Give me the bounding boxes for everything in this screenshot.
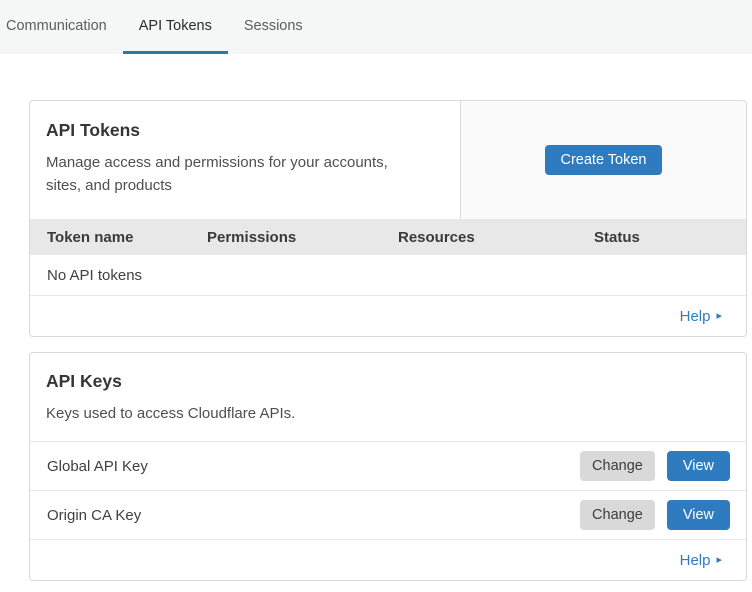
help-link-label: Help [680,308,711,325]
column-header-permissions: Permissions [207,229,398,246]
change-global-api-key-button[interactable]: Change [580,451,655,481]
token-table-empty-row: No API tokens [30,255,746,296]
api-keys-card-header: API Keys Keys used to access Cloudflare … [30,353,746,442]
tab-sessions[interactable]: Sessions [228,0,319,54]
tab-communication[interactable]: Communication [6,0,123,54]
tab-api-tokens[interactable]: API Tokens [123,0,228,54]
api-key-actions: Change View [580,500,730,530]
api-key-row-global: Global API Key Change View [30,442,746,491]
column-header-status: Status [594,229,746,246]
view-origin-ca-key-button[interactable]: View [667,500,730,530]
main-content: API Tokens Manage access and permissions… [0,54,752,581]
api-tokens-card: API Tokens Manage access and permissions… [29,100,747,337]
api-keys-description: Keys used to access Cloudflare APIs. [46,402,418,425]
api-tokens-help-link[interactable]: Help ▸ [680,308,722,325]
api-keys-card: API Keys Keys used to access Cloudflare … [29,352,747,581]
view-global-api-key-button[interactable]: View [667,451,730,481]
help-link-label: Help [680,552,711,569]
api-keys-title: API Keys [46,371,730,392]
api-tokens-card-header: API Tokens Manage access and permissions… [30,101,746,219]
chevron-right-icon: ▸ [716,555,722,566]
api-tokens-title: API Tokens [46,120,444,141]
api-key-actions: Change View [580,451,730,481]
create-token-button[interactable]: Create Token [545,145,663,175]
api-keys-card-footer: Help ▸ [30,540,746,580]
column-header-resources: Resources [398,229,594,246]
api-key-label: Origin CA Key [47,507,141,524]
chevron-right-icon: ▸ [716,311,722,322]
api-tokens-description: Manage access and permissions for your a… [46,151,418,198]
change-origin-ca-key-button[interactable]: Change [580,500,655,530]
column-header-token-name: Token name [47,229,207,246]
api-tokens-card-footer: Help ▸ [30,296,746,336]
api-tokens-card-header-text: API Tokens Manage access and permissions… [30,101,460,219]
tab-bar: Communication API Tokens Sessions [0,0,752,54]
token-table-header: Token name Permissions Resources Status [30,219,746,255]
api-key-row-origin-ca: Origin CA Key Change View [30,491,746,540]
api-keys-help-link[interactable]: Help ▸ [680,552,722,569]
empty-tokens-message: No API tokens [47,267,142,284]
api-key-label: Global API Key [47,458,148,475]
api-tokens-card-header-action: Create Token [460,101,746,219]
